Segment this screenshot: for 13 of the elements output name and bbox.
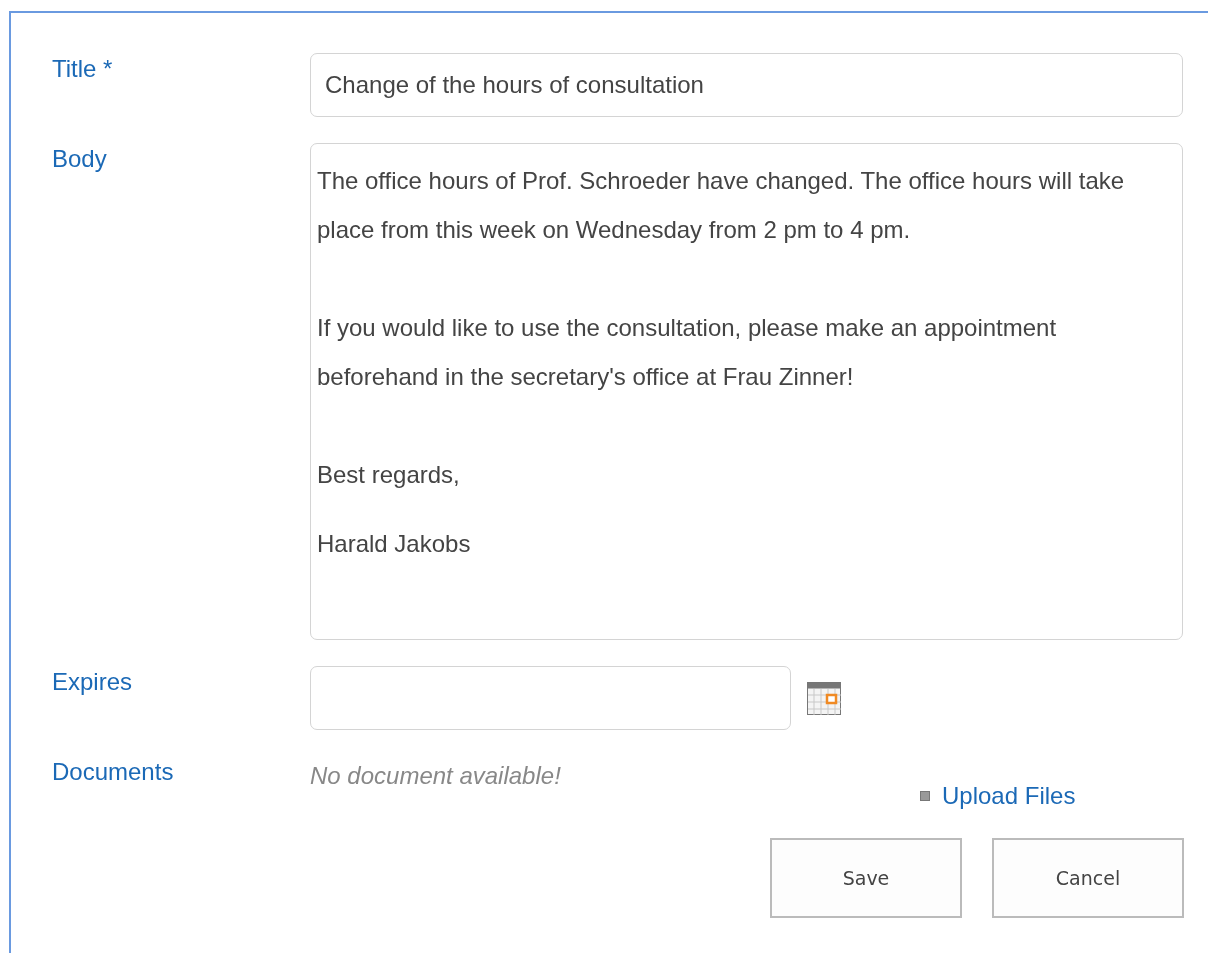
form-button[interactable]: Cancel bbox=[992, 838, 1184, 918]
field-label: Expires bbox=[52, 667, 134, 697]
bullet-icon bbox=[920, 791, 930, 801]
upload-link[interactable]: Upload Files bbox=[942, 782, 1076, 810]
empty-message: No document available! bbox=[310, 762, 562, 790]
field-label: Title * bbox=[52, 54, 114, 84]
title-field[interactable]: Change of the hours of consultation bbox=[310, 53, 1183, 117]
body-editor[interactable]: The office hours of Prof. Schroeder have changed. The office hours will take place from this week on Wednesday from 2 pm to 4 pm. If you would like to use the consultation, please make an appointment beforehand in the secretary's office at Frau Zinner! Best regards, Harald Jakobs bbox=[310, 143, 1183, 640]
field-label: Body bbox=[52, 144, 108, 174]
form-button[interactable]: Save bbox=[770, 838, 962, 918]
field-label: Documents bbox=[52, 757, 175, 787]
calendar-icon[interactable] bbox=[807, 681, 841, 715]
date-field[interactable] bbox=[310, 666, 791, 730]
